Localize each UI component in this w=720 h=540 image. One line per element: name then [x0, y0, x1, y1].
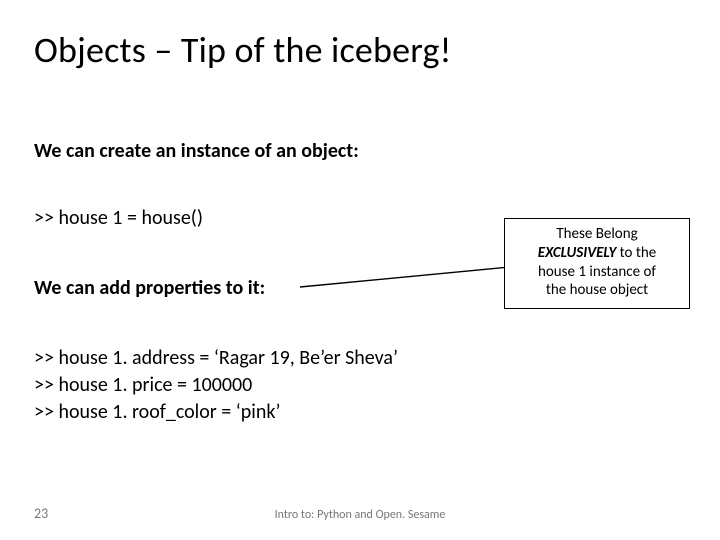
- callout-line-2: EXCLUSIVELY to the: [513, 244, 681, 263]
- callout-line-1: These Belong: [513, 225, 681, 244]
- text-create-instance: We can create an instance of an object:: [34, 138, 359, 165]
- callout-line-4: the house object: [513, 281, 681, 300]
- callout-box: These Belong EXCLUSIVELY to the house 1 …: [504, 218, 690, 309]
- code-line-1: >> house 1 = house(): [34, 205, 203, 232]
- code-line-2: >> house 1. address = ‘Ragar 19, Be’er S…: [34, 345, 398, 372]
- callout-line-2-rest: to the: [616, 244, 656, 262]
- code-line-3: >> house 1. price = 100000: [34, 372, 252, 399]
- callout-connector-line: [300, 265, 520, 295]
- slide: Objects – Tip of the iceberg! We can cre…: [0, 0, 720, 540]
- slide-title: Objects – Tip of the iceberg!: [34, 28, 452, 72]
- callout-line-3: house 1 instance of: [513, 263, 681, 282]
- callout-emphasis: EXCLUSIVELY: [538, 244, 616, 262]
- code-line-4: >> house 1. roof_color = ‘pink’: [34, 399, 280, 426]
- text-add-properties: We can add properties to it:: [34, 275, 265, 302]
- footer-caption: Intro to: Python and Open. Sesame: [0, 508, 720, 522]
